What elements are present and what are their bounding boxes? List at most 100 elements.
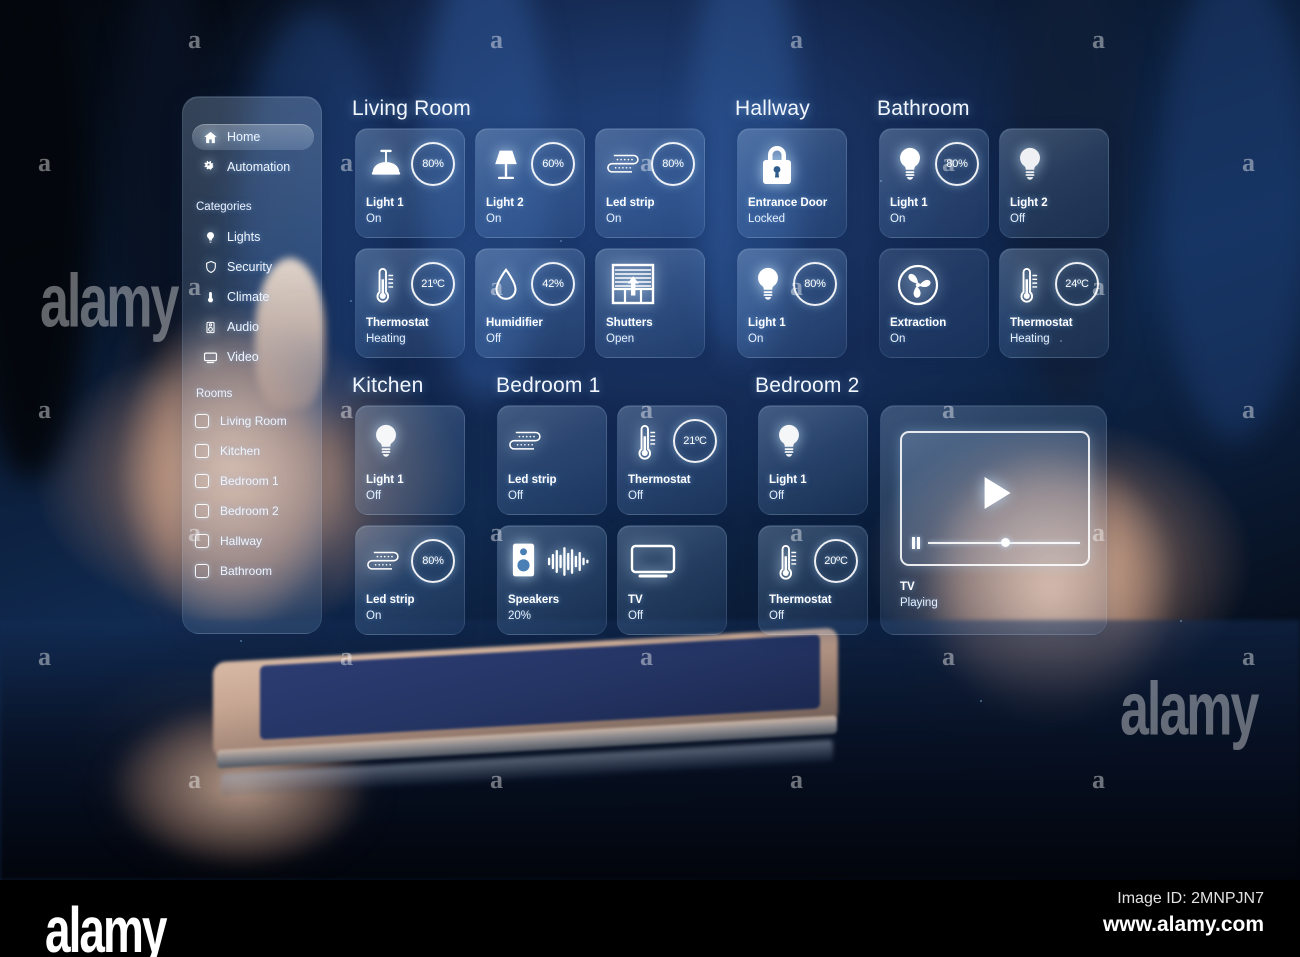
device-card-living-room-shutters[interactable]: Shutters Open xyxy=(595,248,705,358)
device-card-living-room-thermostat[interactable]: 21ºC Thermostat Heating xyxy=(355,248,465,358)
device-card-bedroom-2-tv[interactable]: TV Playing xyxy=(880,405,1107,635)
checkbox-icon[interactable] xyxy=(195,534,209,548)
device-card-kitchen-led-strip[interactable]: 80% Led strip On xyxy=(355,525,465,635)
device-card-bedroom-2-light-1[interactable]: Light 1 Off xyxy=(758,405,868,515)
sidebar-room-label: Bedroom 1 xyxy=(220,474,279,488)
device-card-living-room-light-1[interactable]: 80% Light 1 On xyxy=(355,128,465,238)
thermometer-icon xyxy=(628,422,668,462)
device-name: Thermostat xyxy=(366,317,429,329)
device-state: Off xyxy=(628,610,644,622)
tv-player[interactable] xyxy=(900,431,1090,566)
led-strip-icon xyxy=(362,542,402,582)
device-name: Thermostat xyxy=(628,474,691,486)
temperature-ring[interactable]: 21ºC xyxy=(411,262,455,306)
device-card-bathroom-light-2[interactable]: Light 2 Off xyxy=(999,128,1109,238)
device-card-hallway-light-1[interactable]: 80% Light 1 On xyxy=(737,248,847,358)
thermometer-icon xyxy=(1010,265,1050,305)
brightness-ring[interactable]: 80% xyxy=(793,262,837,306)
bulb-icon xyxy=(366,422,406,462)
sidebar-room-label: Bathroom xyxy=(220,564,273,578)
sidebar-room-bedroom-1[interactable]: Bedroom 1 xyxy=(195,470,315,492)
device-name: Speakers xyxy=(508,594,560,606)
device-card-bedroom-2-thermostat[interactable]: 20ºC Thermostat Off xyxy=(758,525,868,635)
sidebar-item-lights[interactable]: Lights xyxy=(192,224,314,250)
alamy-footer: alamy Image ID: 2MNPJN7 www.alamy.com xyxy=(0,880,1300,957)
temperature-ring[interactable]: 20ºC xyxy=(814,539,858,583)
device-card-bedroom-1-speakers[interactable]: Speakers 20% xyxy=(497,525,607,635)
bulb-icon xyxy=(1010,145,1050,185)
sidebar-room-bedroom-2[interactable]: Bedroom 2 xyxy=(195,500,315,522)
section-title-bathroom: Bathroom xyxy=(877,97,970,120)
sidebar-item-label: Audio xyxy=(227,320,259,334)
device-card-bedroom-1-led-strip[interactable]: Led strip Off xyxy=(497,405,607,515)
device-state: Off xyxy=(366,490,382,502)
checkbox-icon[interactable] xyxy=(195,564,209,578)
home-icon xyxy=(203,130,218,145)
gears-icon xyxy=(203,160,218,175)
device-state: Heating xyxy=(1010,333,1050,345)
device-card-bathroom-extraction[interactable]: Extraction On xyxy=(879,248,989,358)
speaker-wave-icon xyxy=(506,540,540,582)
checkbox-icon[interactable] xyxy=(195,414,209,428)
device-card-hallway-entrance-door[interactable]: Entrance Door Locked xyxy=(737,128,847,238)
section-title-living-room: Living Room xyxy=(352,97,471,120)
device-card-bedroom-1-tv[interactable]: TV Off xyxy=(617,525,727,635)
tv-icon xyxy=(203,350,218,365)
sidebar-room-bathroom[interactable]: Bathroom xyxy=(195,560,315,582)
device-name: Thermostat xyxy=(769,594,832,606)
brightness-ring[interactable]: 80% xyxy=(411,142,455,186)
brightness-ring[interactable]: 60% xyxy=(531,142,575,186)
device-state: Off xyxy=(508,490,524,502)
fan-icon xyxy=(896,263,940,307)
play-icon[interactable] xyxy=(984,477,1011,509)
device-card-bathroom-light-1[interactable]: 80% Light 1 On xyxy=(879,128,989,238)
thermometer-icon xyxy=(769,542,809,582)
device-state: Locked xyxy=(748,213,786,225)
sidebar-item-audio[interactable]: Audio xyxy=(192,314,314,340)
temperature-ring[interactable]: 24ºC xyxy=(1055,262,1099,306)
humidity-ring[interactable]: 42% xyxy=(531,262,575,306)
device-card-living-room-led-strip[interactable]: 80% Led strip On xyxy=(595,128,705,238)
sidebar-room-kitchen[interactable]: Kitchen xyxy=(195,440,315,462)
device-state: Heating xyxy=(366,333,406,345)
device-card-bedroom-1-thermostat[interactable]: 21ºC Thermostat Off xyxy=(617,405,727,515)
checkbox-icon[interactable] xyxy=(195,444,209,458)
screenshot-root: Home Automation Categories Lights Securi… xyxy=(0,0,1300,957)
sidebar-room-label: Kitchen xyxy=(220,444,261,458)
alamy-url: www.alamy.com xyxy=(1102,913,1264,936)
sidebar-room-label: Living Room xyxy=(220,414,287,428)
shield-icon xyxy=(203,260,218,275)
checkbox-icon[interactable] xyxy=(195,474,209,488)
thermometer-icon xyxy=(366,265,406,305)
device-state: On xyxy=(366,213,382,225)
sidebar-item-home[interactable]: Home xyxy=(192,124,314,150)
device-card-living-room-humidifier[interactable]: 42% Humidifier Off xyxy=(475,248,585,358)
sidebar-item-security[interactable]: Security xyxy=(192,254,314,280)
seek-handle[interactable] xyxy=(1001,538,1010,547)
sidebar-item-climate[interactable]: Climate xyxy=(192,284,314,310)
sidebar-room-hallway[interactable]: Hallway xyxy=(195,530,315,552)
device-card-living-room-light-2[interactable]: 60% Light 2 On xyxy=(475,128,585,238)
sidebar-categories-title: Categories xyxy=(196,201,252,213)
image-id: Image ID: 2MNPJN7 xyxy=(1117,890,1264,907)
sidebar-room-living-room[interactable]: Living Room xyxy=(195,410,315,432)
led-strip-icon xyxy=(504,422,544,462)
device-card-bathroom-thermostat[interactable]: 24ºC Thermostat Heating xyxy=(999,248,1109,358)
sidebar-item-video[interactable]: Video xyxy=(192,344,314,370)
device-name: Extraction xyxy=(890,317,947,329)
device-name: TV xyxy=(628,594,643,606)
pause-icon[interactable] xyxy=(912,537,922,549)
temperature-ring[interactable]: 21ºC xyxy=(673,419,717,463)
brightness-ring[interactable]: 80% xyxy=(651,142,695,186)
device-state: Off xyxy=(486,333,502,345)
device-name: Thermostat xyxy=(1010,317,1073,329)
brightness-ring[interactable]: 80% xyxy=(935,142,979,186)
device-state: On xyxy=(890,213,906,225)
device-card-kitchen-light-1[interactable]: Light 1 Off xyxy=(355,405,465,515)
device-state: Off xyxy=(1010,213,1026,225)
sidebar-item-automation[interactable]: Automation xyxy=(192,154,314,180)
sidebar-item-label: Home xyxy=(227,130,261,144)
brightness-ring[interactable]: 80% xyxy=(411,539,455,583)
checkbox-icon[interactable] xyxy=(195,504,209,518)
device-state: On xyxy=(748,333,764,345)
